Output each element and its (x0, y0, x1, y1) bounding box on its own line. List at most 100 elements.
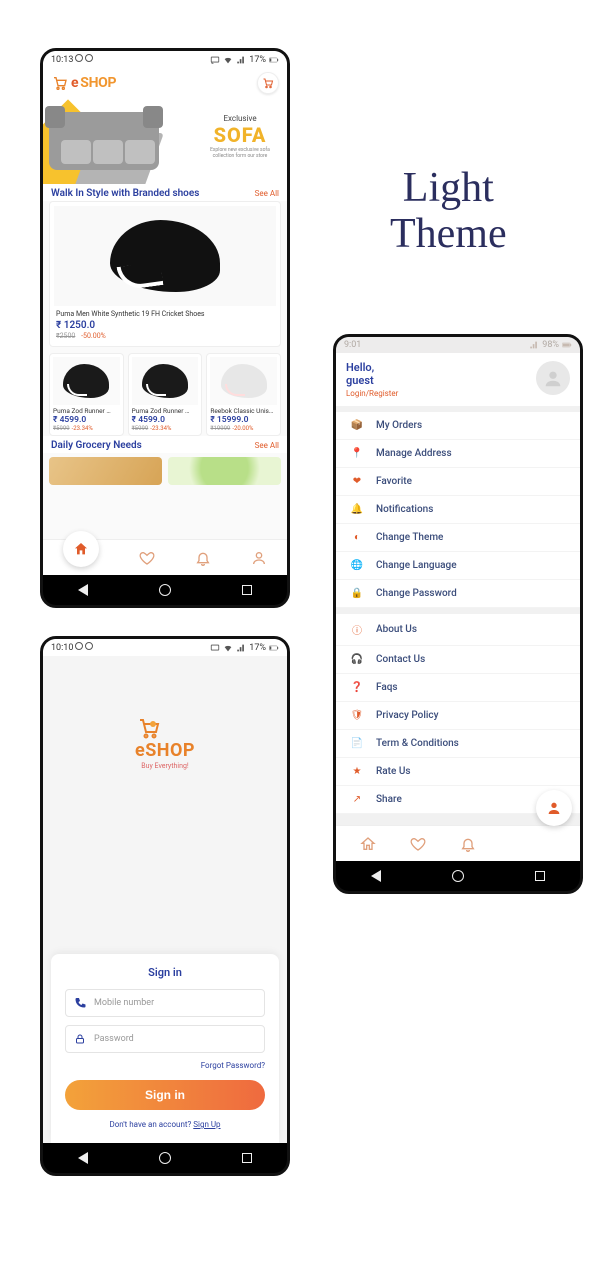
mobile-input[interactable]: Mobile number (65, 989, 265, 1017)
menu-item[interactable]: ⓘAbout Us (336, 614, 580, 646)
menu-item[interactable]: 🎧Contact Us (336, 646, 580, 674)
nav-profile[interactable] (251, 550, 267, 566)
menu-item-label: Term & Conditions (376, 738, 459, 749)
menu-item[interactable]: ◐ Change Theme (336, 524, 580, 552)
status-icons: 17% (210, 55, 279, 65)
nav-home[interactable] (360, 836, 376, 852)
android-back[interactable] (78, 1152, 88, 1164)
section-title: Walk In Style with Branded shoes (51, 188, 199, 199)
password-icon: 🔒 (350, 588, 364, 599)
status-icons: 98% (529, 340, 572, 350)
guest-label: guest (346, 374, 398, 387)
brand-block: eSHOP Buy Everything! (135, 716, 195, 770)
battery-icon (562, 340, 572, 350)
menu-group-info: ⓘAbout Us🎧Contact Us❓Faqs🛡Privacy Policy… (336, 614, 580, 814)
menu-item[interactable]: 📦My Orders (336, 412, 580, 440)
see-all-link[interactable]: See All (255, 441, 279, 450)
login-register-link[interactable]: Login/Register (346, 389, 398, 398)
phone-icon (74, 997, 86, 1009)
user-icon (542, 367, 564, 389)
menu-item-label: Share (376, 794, 402, 805)
grocery-card[interactable] (168, 457, 281, 485)
nav-favorite[interactable] (410, 836, 426, 852)
signup-link[interactable]: Sign Up (193, 1120, 220, 1129)
product-card-small[interactable]: Reebok Classic Unis… ₹ 15999.0 ₹19999-20… (206, 353, 281, 436)
product-image (54, 206, 276, 306)
product-price: ₹ 4599.0 (53, 415, 120, 425)
menu-item-label: My Orders (376, 420, 422, 431)
android-back[interactable] (371, 870, 381, 882)
product-name: Puma Zod Runner … (132, 407, 199, 415)
menu-item[interactable]: 🔒 Change Password (336, 580, 580, 608)
wifi-icon (223, 643, 233, 653)
rate-icon: ★ (350, 766, 364, 777)
android-recent[interactable] (242, 1153, 252, 1163)
nav-notifications[interactable] (460, 836, 476, 852)
menu-item-label: Faqs (376, 682, 398, 693)
android-home[interactable] (159, 1152, 171, 1164)
menu-item-label: Notifications (376, 504, 433, 515)
brand-name: eSHOP (135, 740, 195, 761)
android-home[interactable] (452, 870, 464, 882)
section-title: Daily Grocery Needs (51, 440, 142, 451)
nav-favorite[interactable] (139, 550, 155, 566)
notifications-icon: 🔔 (350, 504, 364, 515)
product-price: ₹ 4599.0 (132, 415, 199, 425)
nav-notifications[interactable] (195, 550, 211, 566)
menu-item[interactable]: ❓Faqs (336, 674, 580, 702)
android-nav (336, 861, 580, 891)
android-home[interactable] (159, 584, 171, 596)
product-card-small[interactable]: Puma Zod Runner … ₹ 4599.0 ₹5999-23.34% (49, 353, 124, 436)
product-name: Puma Men White Synthetic 19 FH Cricket S… (56, 310, 274, 318)
banner-sub: Explore new exclusive sofa collection fo… (201, 147, 279, 159)
share-icon: ↗ (350, 794, 364, 805)
battery-icon (269, 55, 279, 65)
menu-item-label: Change Theme (376, 532, 443, 543)
menu-item[interactable]: 📍Manage Address (336, 440, 580, 468)
terms-icon: 📄 (350, 738, 364, 749)
grocery-card[interactable] (49, 457, 162, 485)
menu-item[interactable]: 🔔 Notifications (336, 496, 580, 524)
status-bar: 9:01 98% (336, 337, 580, 353)
menu-item-label: Favorite (376, 476, 412, 487)
heart-icon (139, 550, 155, 566)
promo-banner[interactable]: Exclusive SOFA Explore new exclusive sof… (43, 98, 287, 184)
app-header: eSHOP (43, 68, 287, 98)
android-back[interactable] (78, 584, 88, 596)
theme-icon: ◐ (350, 532, 364, 543)
cart-button[interactable] (257, 72, 279, 94)
lock-icon (74, 1033, 86, 1045)
menu-item-label: Change Password (376, 588, 457, 599)
bottom-nav (43, 539, 287, 575)
nav-home[interactable] (63, 531, 99, 567)
phone-home: 10:13 17% eSHOP Exclusive (40, 48, 290, 608)
nav-profile[interactable] (536, 790, 572, 826)
menu-item[interactable]: ★Rate Us (336, 758, 580, 786)
favorite-icon: ❤ (350, 476, 364, 487)
menu-item[interactable]: 🛡Privacy Policy (336, 702, 580, 730)
avatar[interactable] (536, 361, 570, 395)
forgot-password-link[interactable]: Forgot Password? (65, 1061, 265, 1070)
android-recent[interactable] (535, 871, 545, 881)
menu-item[interactable]: ❤ Favorite (336, 468, 580, 496)
wifi-icon (223, 55, 233, 65)
see-all-link[interactable]: See All (255, 189, 279, 198)
menu-group-account: 📦My Orders📍Manage Address ❤ Favorite 🔔 Notif… (336, 412, 580, 608)
status-bar: 10:10 17% (43, 639, 287, 656)
menu-item[interactable]: 📄 Term & Conditions (336, 730, 580, 758)
status-time: 10:13 (51, 54, 93, 65)
address-icon: 📍 (350, 448, 364, 459)
product-discount: -50.00% (81, 332, 106, 340)
password-placeholder: Password (94, 1034, 134, 1044)
about-icon: ⓘ (350, 622, 364, 637)
menu-item-label: Contact Us (376, 654, 425, 665)
menu-item[interactable]: 🌐Change Language (336, 552, 580, 580)
signin-button[interactable]: Sign in (65, 1080, 265, 1110)
brand-logo: eSHOP (51, 75, 116, 91)
product-card-small[interactable]: Puma Zod Runner … ₹ 4599.0 ₹5999-23.34% (128, 353, 203, 436)
product-card-large[interactable]: Puma Men White Synthetic 19 FH Cricket S… (49, 201, 281, 347)
password-input[interactable]: Password (65, 1025, 265, 1053)
product-price: ₹ 1250.0 (56, 320, 274, 331)
signup-prompt: Don't have an account? Sign Up (65, 1120, 265, 1129)
android-recent[interactable] (242, 585, 252, 595)
